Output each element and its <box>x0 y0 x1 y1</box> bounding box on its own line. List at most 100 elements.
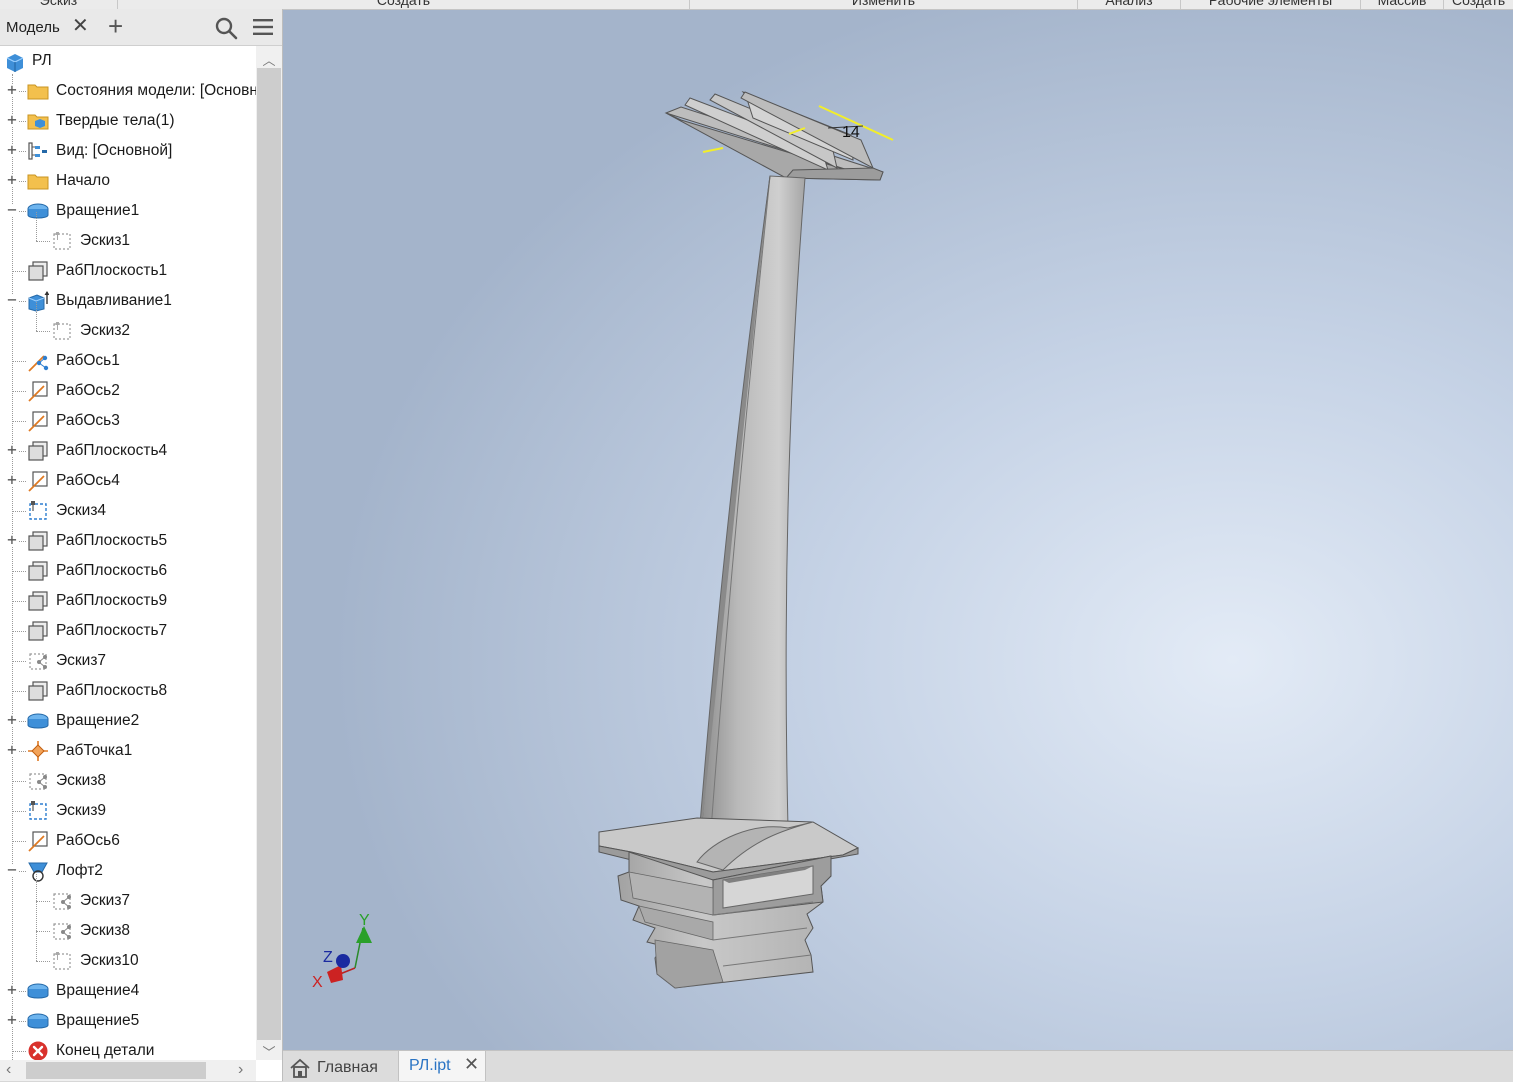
expand-icon[interactable]: + <box>6 172 18 188</box>
expand-icon[interactable]: + <box>6 472 18 488</box>
sketch-shared-icon <box>29 773 47 790</box>
scroll-left-icon[interactable]: ‹ <box>6 1061 11 1079</box>
search-icon[interactable] <box>214 16 238 40</box>
tree-item[interactable]: РабОсь1 <box>0 346 256 376</box>
scroll-right-icon[interactable]: › <box>238 1061 243 1079</box>
tree-item-label: РабОсь3 <box>56 412 120 429</box>
view-triad[interactable] <box>327 926 372 983</box>
ribbon-group-create-2[interactable]: Создать <box>1444 0 1513 9</box>
tree-item[interactable]: РабОсь3 <box>0 406 256 436</box>
tree-root[interactable]: РЛ <box>0 46 256 76</box>
tree-item-label: Начало <box>56 172 111 189</box>
scroll-down-icon[interactable]: ﹀ <box>256 1042 282 1061</box>
tree-item-label: РабПлоскость9 <box>56 592 168 609</box>
tree-item[interactable]: РабПлоскость6 <box>0 556 256 586</box>
tab-document-active[interactable]: РЛ.ipt ✕ <box>398 1051 486 1081</box>
ribbon-group-sketch[interactable]: Эскиз <box>0 0 118 9</box>
scroll-up-icon[interactable]: ︿ <box>256 50 282 69</box>
expand-icon[interactable]: + <box>6 982 18 998</box>
work-plane-icon <box>28 681 48 701</box>
tree-item[interactable]: РабПлоскость8 <box>0 676 256 706</box>
tree-branch-line <box>12 421 26 422</box>
ribbon-group-pattern[interactable]: Массив <box>1361 0 1444 9</box>
ribbon-group-analysis[interactable]: Анализ <box>1078 0 1181 9</box>
tree-item[interactable]: Эскиз7 <box>0 872 256 916</box>
tree-item[interactable]: + Вращение4 <box>0 976 256 1006</box>
tree-item[interactable]: + Состояния модели: [Основной] <box>0 76 256 106</box>
browser-header: Модель ✕ + <box>0 9 282 46</box>
tree-item[interactable]: + Вращение2 <box>0 706 256 736</box>
ribbon-group-work-features[interactable]: Рабочие элементы <box>1181 0 1361 9</box>
tree-item[interactable]: + Вращение5 <box>0 1006 256 1036</box>
tree-item[interactable]: + Начало <box>0 166 256 196</box>
expand-icon[interactable]: + <box>6 112 18 128</box>
tree-horizontal-scrollbar[interactable]: ‹ › <box>0 1060 256 1081</box>
tree-item[interactable]: Эскиз7 <box>0 646 256 676</box>
work-plane-icon <box>28 621 48 641</box>
ribbon-group-modify[interactable]: Изменить <box>690 0 1078 9</box>
collapse-icon[interactable]: − <box>6 202 18 218</box>
turbine-blade-model[interactable]: 14 Y Z X <box>283 10 1513 1050</box>
scrollbar-thumb[interactable] <box>257 68 281 1040</box>
tree-item[interactable]: + Вид: [Основной] <box>0 136 256 166</box>
ribbon-group-create[interactable]: Создать <box>118 0 690 9</box>
tree-item-label: Эскиз1 <box>80 232 131 249</box>
tree-branch-line <box>36 961 50 962</box>
tree-item[interactable]: РабОсь2 <box>0 376 256 406</box>
tab-home[interactable]: Главная <box>289 1055 378 1081</box>
tree-item[interactable]: Эскиз2 <box>0 302 256 346</box>
collapse-icon[interactable]: − <box>6 862 18 878</box>
tree-item[interactable]: + РабОсь4 <box>0 466 256 496</box>
expand-icon[interactable]: + <box>6 82 18 98</box>
expand-icon[interactable]: + <box>6 1012 18 1028</box>
tree-item[interactable]: Эскиз8 <box>0 766 256 796</box>
tree-item[interactable]: Эскиз4 <box>0 496 256 526</box>
tree-item[interactable]: + РабТочка1 <box>0 736 256 766</box>
tree-item[interactable]: − Лофт2 <box>0 856 256 886</box>
tree-root-label: РЛ <box>32 52 52 69</box>
tree-item[interactable]: − Вращение1 <box>0 196 256 226</box>
tree-branch-line <box>12 691 26 692</box>
tree-branch-line <box>12 391 26 392</box>
tree-item[interactable]: Эскиз8 <box>0 902 256 946</box>
tree-branch-line <box>36 901 50 902</box>
tree-item[interactable]: − Выдавливание1 <box>0 286 256 316</box>
expand-icon[interactable]: + <box>6 532 18 548</box>
expand-icon[interactable]: + <box>6 142 18 158</box>
tree-item-label: Вращение4 <box>56 982 140 999</box>
horizontal-scrollbar-thumb[interactable] <box>26 1062 206 1079</box>
home-icon <box>290 1058 310 1078</box>
tree-item[interactable]: РабПлоскость7 <box>0 616 256 646</box>
tree-item[interactable]: Эскиз9 <box>0 796 256 826</box>
tree-item[interactable]: + Твердые тела(1) <box>0 106 256 136</box>
tree-item-label: Вид: [Основной] <box>56 142 173 159</box>
tree-item[interactable]: Эскиз10 <box>0 932 256 976</box>
tree-vertical-scrollbar[interactable]: ︿ ﹀ <box>256 46 282 1060</box>
expand-icon[interactable]: + <box>6 742 18 758</box>
close-icon[interactable]: ✕ <box>72 16 89 36</box>
z-axis-label: Z <box>323 949 333 966</box>
dimension-label[interactable]: 14 <box>842 124 860 141</box>
close-tab-icon[interactable]: ✕ <box>464 1054 479 1075</box>
model-browser: Модель ✕ + РЛ + Состояния модели: [Основно… <box>0 9 283 1081</box>
tab-model[interactable]: Модель <box>6 19 60 36</box>
expand-icon[interactable]: + <box>6 712 18 728</box>
tree-item[interactable]: + РабПлоскость5 <box>0 526 256 556</box>
end-of-part-icon <box>28 1041 48 1060</box>
add-tab-icon[interactable]: + <box>108 13 123 39</box>
tree-item-label: Конец детали <box>56 1042 155 1059</box>
tree-item-label: РабПлоскость7 <box>56 622 168 639</box>
tree-item[interactable]: + РабПлоскость4 <box>0 436 256 466</box>
collapse-icon[interactable]: − <box>6 292 18 308</box>
tree-item-label: Эскиз4 <box>56 502 107 519</box>
tree-branch-line <box>12 661 26 662</box>
tree-item[interactable]: РабОсь6 <box>0 826 256 856</box>
tree-item[interactable]: Конец детали <box>0 1036 256 1060</box>
tree-item[interactable]: Эскиз1 <box>0 212 256 256</box>
tree-item[interactable]: РабПлоскость9 <box>0 586 256 616</box>
menu-icon[interactable] <box>253 18 273 36</box>
expand-icon[interactable]: + <box>6 442 18 458</box>
tree-item[interactable]: РабПлоскость1 <box>0 256 256 286</box>
tree-item-label: Эскиз7 <box>56 652 107 669</box>
graphics-viewport[interactable]: 14 Y Z X <box>283 10 1513 1050</box>
